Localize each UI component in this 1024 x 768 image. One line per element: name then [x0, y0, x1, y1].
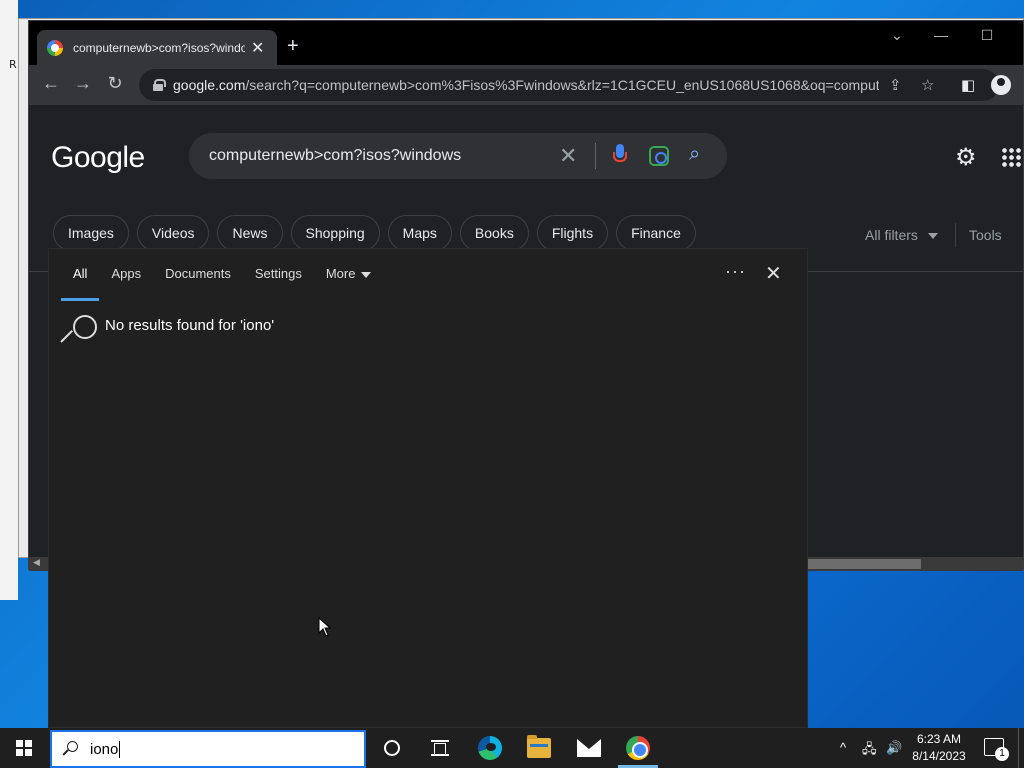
side-panel-icon[interactable]: ◧ — [961, 76, 975, 94]
chip-shopping[interactable]: Shopping — [290, 215, 380, 251]
caret-down-icon — [927, 233, 938, 240]
notification-count-badge: 1 — [995, 747, 1009, 761]
microphone-icon[interactable] — [613, 144, 627, 166]
filters-separator — [955, 223, 956, 247]
search-divider — [595, 143, 596, 169]
share-icon[interactable]: ⇪ — [889, 76, 902, 94]
taskbar: iono ^ 🖧 🔊 6:23 AM 8/14/2023 1 — [0, 728, 1024, 768]
mail-icon[interactable] — [577, 739, 601, 757]
taskbar-search-box[interactable]: iono — [50, 730, 366, 768]
chip-videos[interactable]: Videos — [136, 215, 210, 251]
tab-strip: computernewb>com?isos?windo ✕ + ⌄ — ☐ — [29, 21, 1023, 65]
clear-search-icon[interactable]: ✕ — [559, 143, 577, 169]
chip-books[interactable]: Books — [459, 215, 529, 251]
show-desktop-button[interactable] — [1018, 728, 1024, 768]
chrome-icon[interactable] — [626, 736, 650, 760]
desktop-left-strip: R — [0, 0, 18, 600]
network-icon[interactable]: 🖧 — [862, 740, 877, 762]
search-icon[interactable]: ⌕ — [689, 143, 700, 166]
url-text[interactable]: google.com/search?q=computernewb>com%3Fi… — [173, 77, 879, 93]
chip-images[interactable]: Images — [53, 215, 129, 251]
tab-more[interactable]: More — [314, 267, 384, 301]
taskbar-search-input[interactable]: iono — [90, 740, 121, 758]
scrollbar-thumb[interactable] — [807, 559, 921, 569]
windows-search-panel: All Apps Documents Settings More ··· ✕ N… — [48, 248, 808, 728]
tab-more-label: More — [325, 266, 356, 281]
task-view-icon[interactable] — [431, 740, 449, 756]
gear-icon[interactable]: ⚙ — [955, 143, 977, 172]
browser-tab[interactable]: computernewb>com?isos?windo ✕ — [37, 30, 277, 65]
search-filter-chips: Images Videos News Shopping Maps Books F… — [53, 215, 696, 251]
desktop-edge-glyph: R — [9, 58, 17, 71]
tab-search-dropdown-icon[interactable]: ⌄ — [879, 27, 915, 44]
tab-title: computernewb>com?isos?windo — [73, 40, 245, 55]
address-bar[interactable]: google.com/search?q=computernewb>com%3Fi… — [139, 69, 999, 101]
profile-icon[interactable] — [991, 75, 1011, 95]
lock-icon[interactable] — [153, 79, 166, 91]
tab-apps[interactable]: Apps — [99, 267, 153, 301]
cortana-icon[interactable] — [384, 740, 400, 756]
start-button[interactable] — [0, 728, 48, 768]
file-explorer-icon[interactable] — [527, 735, 551, 758]
search-empty-icon — [61, 313, 97, 347]
google-lens-icon[interactable] — [649, 146, 669, 166]
reload-icon[interactable]: ↻ — [103, 73, 127, 94]
clock-date: 8/14/2023 — [912, 749, 966, 763]
browser-toolbar: ← → ↻ google.com/search?q=computernewb>c… — [29, 65, 1023, 105]
google-favicon-icon — [47, 39, 63, 56]
chevron-down-icon — [361, 271, 372, 278]
chip-maps[interactable]: Maps — [387, 215, 452, 251]
search-scope-tabs: All Apps Documents Settings More — [61, 267, 383, 301]
google-apps-icon[interactable] — [1001, 147, 1021, 167]
chip-flights[interactable]: Flights — [536, 215, 609, 251]
url-path: /search?q=computernewb>com%3Fisos%3Fwind… — [245, 77, 879, 93]
more-options-icon[interactable]: ··· — [725, 261, 746, 282]
google-logo[interactable]: Google — [51, 141, 145, 175]
no-results-message: No results found for 'iono' — [105, 317, 275, 334]
show-hidden-icons-chevron-icon[interactable]: ^ — [840, 740, 846, 755]
tools-button[interactable]: Tools — [969, 227, 1002, 243]
maximize-button[interactable]: ☐ — [969, 27, 1005, 44]
minimize-button[interactable]: — — [923, 27, 959, 43]
google-search-box[interactable]: computernewb>com?isos?windows ✕ ⌕ — [189, 133, 727, 179]
tab-settings[interactable]: Settings — [243, 267, 314, 301]
chip-news[interactable]: News — [217, 215, 283, 251]
taskbar-clock[interactable]: 6:23 AM 8/14/2023 — [912, 731, 966, 765]
forward-icon[interactable]: → — [71, 73, 95, 94]
tab-all[interactable]: All — [61, 267, 100, 301]
close-icon[interactable]: ✕ — [765, 261, 782, 286]
scroll-left-arrow-icon[interactable]: ◀ — [33, 557, 40, 568]
search-icon — [62, 740, 80, 758]
clock-time: 6:23 AM — [916, 732, 962, 746]
back-icon[interactable]: ← — [39, 73, 63, 94]
url-domain: google.com — [173, 77, 246, 93]
action-center-icon[interactable]: 1 — [984, 738, 1009, 761]
all-filters-label: All filters — [865, 227, 918, 243]
tab-close-icon[interactable]: ✕ — [251, 38, 264, 58]
chip-finance[interactable]: Finance — [616, 215, 696, 251]
new-tab-button[interactable]: + — [287, 35, 299, 58]
all-filters-button[interactable]: All filters — [865, 227, 938, 243]
volume-icon[interactable]: 🔊 — [886, 740, 902, 756]
star-icon[interactable]: ☆ — [921, 76, 934, 94]
tab-documents[interactable]: Documents — [153, 267, 243, 301]
windows-logo-icon — [16, 740, 32, 756]
google-search-query[interactable]: computernewb>com?isos?windows — [209, 147, 461, 165]
edge-icon[interactable] — [478, 736, 502, 760]
